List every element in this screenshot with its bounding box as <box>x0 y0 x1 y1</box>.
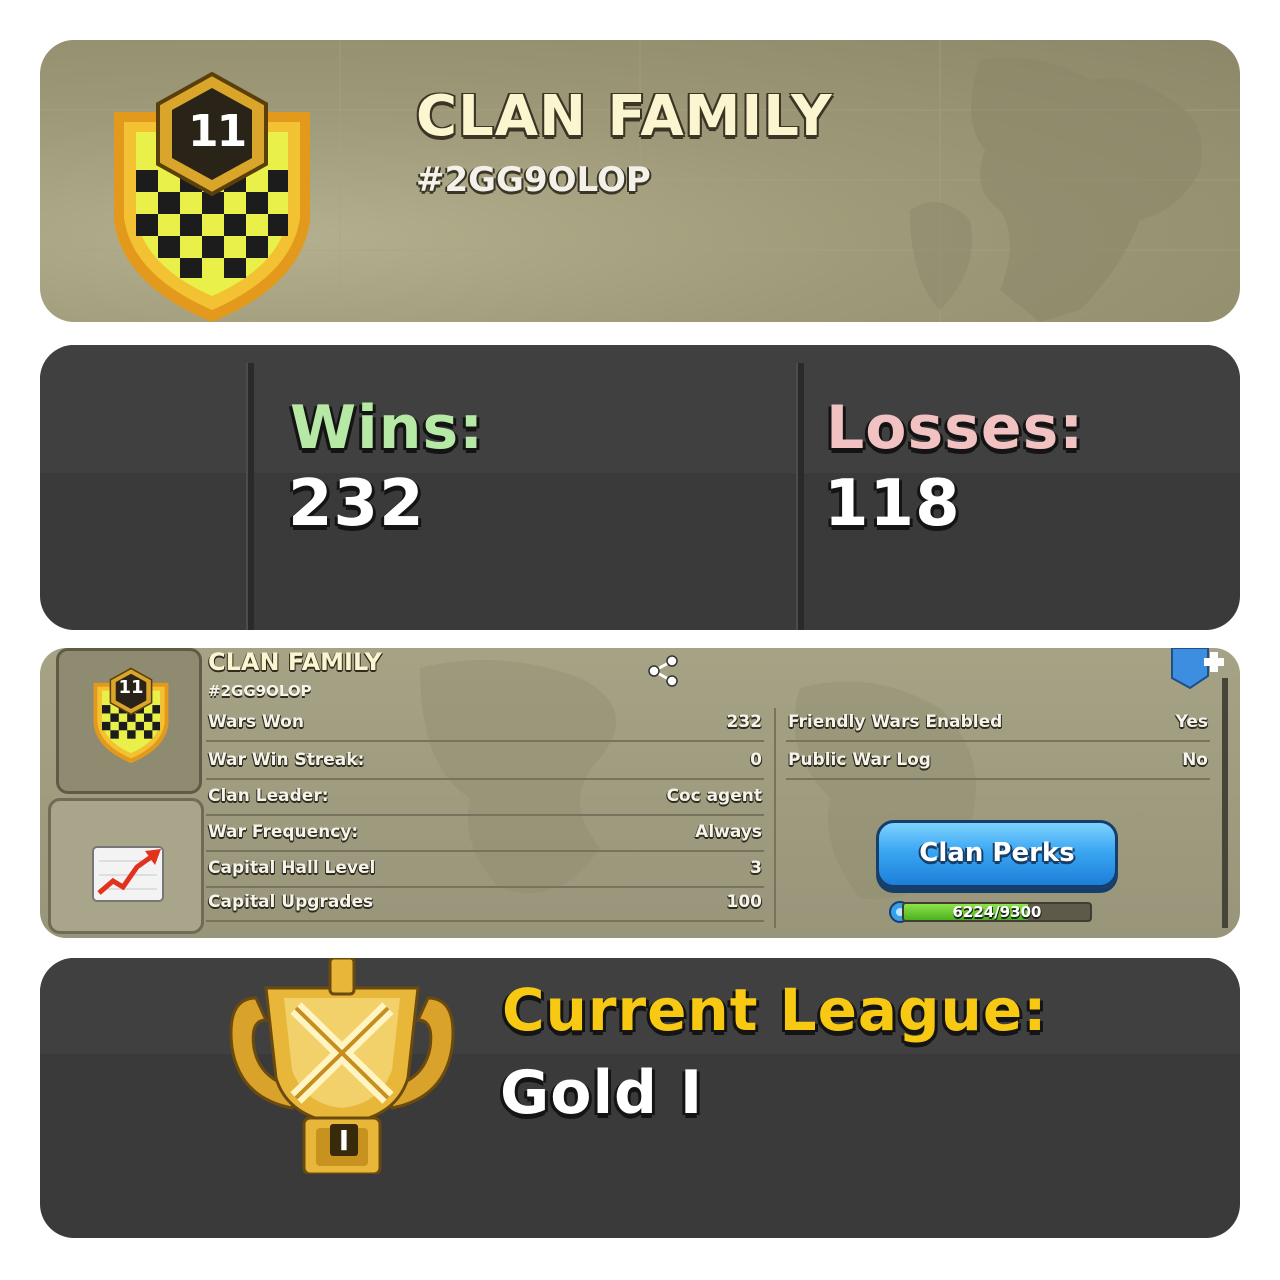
info-row-public-war-log: Public War Log No <box>786 744 1210 780</box>
clan-tag: #2GG9OLOP <box>416 160 651 200</box>
wins-value: 232 <box>288 467 425 541</box>
clan-xp-text: 6224/9300 <box>952 903 1042 921</box>
info-row-capital-upgrades: Capital Upgrades 100 <box>206 886 764 922</box>
clan-xp-progress-bar: 6224/9300 <box>902 902 1092 922</box>
info-row-war-win-streak: War Win Streak: 0 <box>206 744 764 780</box>
info-row-clan-leader: Clan Leader: Coc agent <box>206 780 764 816</box>
info-clan-name: CLAN FAMILY <box>208 648 382 676</box>
league-label: Current League: <box>502 976 1048 1044</box>
current-league-panel: I Current League: Gold I <box>40 958 1240 1238</box>
info-clan-tag: #2GG9OLOP <box>208 682 312 700</box>
info-row-friendly-wars: Friendly Wars Enabled Yes <box>786 706 1210 742</box>
tab-clan[interactable]: 11 <box>56 648 202 794</box>
clan-level-text: 11 <box>188 106 247 157</box>
tab-war-stats[interactable] <box>48 798 204 934</box>
clan-header-panel: 11 CLAN FAMILY #2GG9OLOP <box>40 40 1240 322</box>
war-record-panel: Wins: 232 Losses: 118 <box>40 345 1240 630</box>
league-value: Gold I <box>500 1058 704 1128</box>
clan-perks-button[interactable]: Clan Perks <box>876 820 1118 888</box>
clan-level-text: 11 <box>118 677 144 698</box>
stats-chart-icon <box>92 846 164 902</box>
info-row-wars-won: Wars Won 232 <box>206 706 764 742</box>
clan-name: CLAN FAMILY <box>416 84 833 149</box>
add-bookmark-icon[interactable] <box>1168 648 1226 692</box>
losses-value: 118 <box>824 467 961 541</box>
share-icon[interactable] <box>646 654 680 688</box>
clan-info-panel: 11 CLAN FAMILY #2GG9OLOP Wars Won 232 Wa… <box>40 648 1240 938</box>
losses-label: Losses: <box>826 393 1085 463</box>
panel-right-border <box>1222 678 1228 928</box>
league-rank-digit: I <box>330 1124 358 1157</box>
column-divider <box>774 708 776 928</box>
info-row-war-frequency: War Frequency: Always <box>206 816 764 852</box>
info-row-capital-hall-level: Capital Hall Level 3 <box>206 852 764 888</box>
wins-label: Wins: <box>290 393 485 463</box>
